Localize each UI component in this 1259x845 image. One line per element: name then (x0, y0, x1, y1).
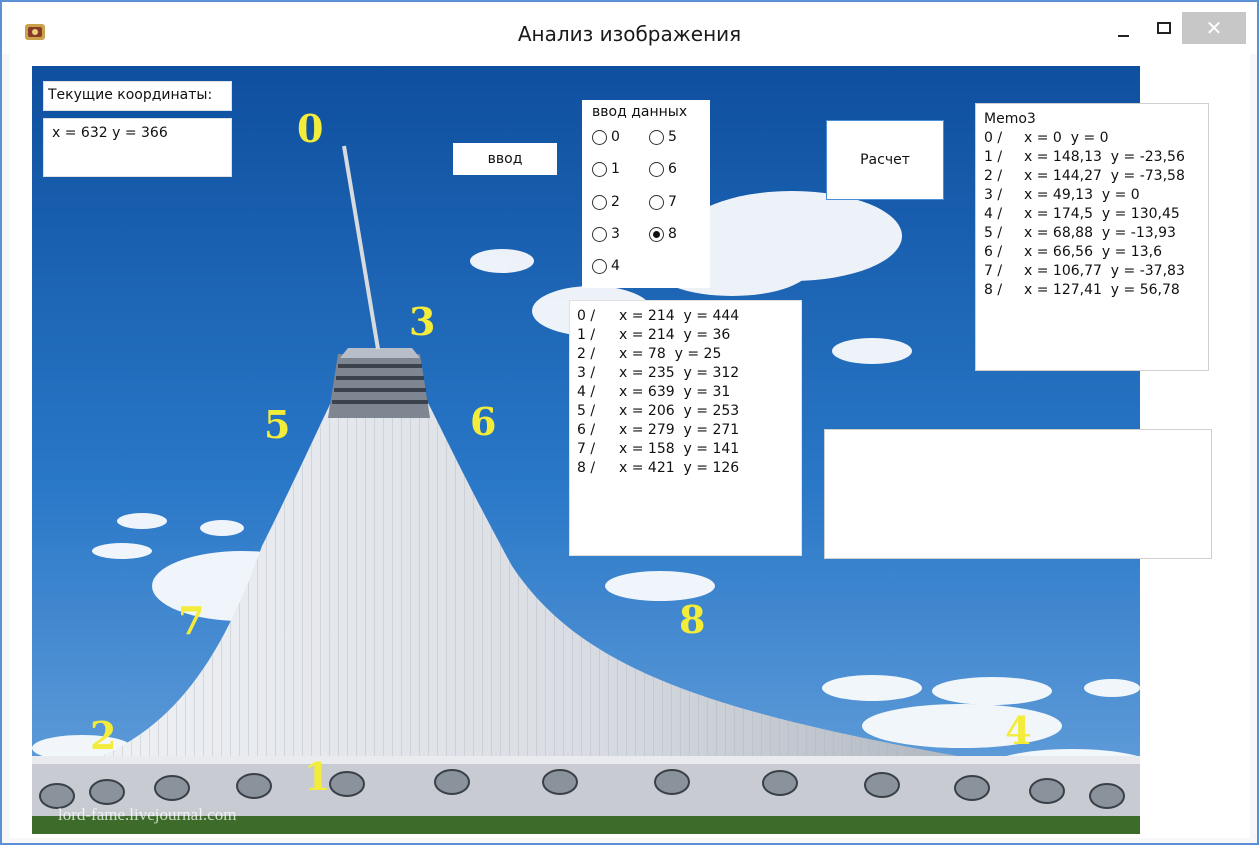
radio-button-icon (649, 161, 664, 177)
current-coords-title: Текущие координаты: (48, 87, 213, 103)
radio-option-8[interactable]: 8 (649, 226, 677, 242)
radio-option-1[interactable]: 1 (592, 161, 620, 177)
calculate-button[interactable]: Расчет (826, 120, 944, 200)
memo-row: 2 /x = 144,27 y = -73,58 (984, 168, 1185, 184)
radio-option-6[interactable]: 6 (649, 161, 677, 177)
radio-button-icon (649, 194, 664, 210)
radio-button-icon (592, 258, 607, 274)
results-memo[interactable]: Memo3 0 /x = 0 y = 0 1 /x = 148,13 y = -… (975, 103, 1209, 371)
image-watermark: lord-fame.livejournal.com (58, 805, 237, 824)
radio-group-title: ввод данных (592, 104, 688, 120)
point-label-6: 6 (470, 399, 497, 444)
point-label-5: 5 (264, 402, 291, 447)
radio-button-icon (649, 226, 664, 242)
point-label-4: 4 (1005, 708, 1032, 753)
memo-row: 6 /x = 279 y = 271 (577, 422, 740, 438)
memo-row: 2 /x = 78 y = 25 (577, 346, 722, 362)
radio-option-5[interactable]: 5 (649, 129, 677, 145)
point-label-8: 8 (679, 597, 706, 642)
memo-row: 6 /x = 66,56 y = 13,6 (984, 244, 1162, 260)
memo-row: 1 /x = 214 y = 36 (577, 327, 731, 343)
radio-button-icon (649, 129, 664, 145)
memo3-title: Memo3 (984, 111, 1036, 127)
point-label-3: 3 (409, 299, 436, 344)
radio-button-icon (592, 161, 607, 177)
maximize-button[interactable] (1150, 12, 1178, 44)
radio-option-0[interactable]: 0 (592, 129, 620, 145)
point-label-2: 2 (90, 713, 117, 758)
memo-row: 1 /x = 148,13 y = -23,56 (984, 149, 1185, 165)
memo-row: 7 /x = 106,77 y = -37,83 (984, 263, 1185, 279)
memo-row: 3 /x = 235 y = 312 (577, 365, 740, 381)
close-icon: ✕ (1205, 16, 1223, 40)
input-button[interactable]: ввод (453, 143, 557, 175)
radio-button-icon (592, 226, 607, 242)
input-points-memo[interactable]: 0 /x = 214 y = 444 1 /x = 214 y = 36 2 /… (569, 300, 802, 556)
memo-row: 0 /x = 0 y = 0 (984, 130, 1109, 146)
current-coords-display: x = 632 y = 366 (43, 118, 232, 177)
memo-row: 5 /x = 206 y = 253 (577, 403, 740, 419)
memo-row: 4 /x = 639 y = 31 (577, 384, 731, 400)
radio-option-4[interactable]: 4 (592, 258, 620, 274)
radio-button-icon (592, 129, 607, 145)
point-label-0: 0 (297, 106, 324, 151)
memo-row: 4 /x = 174,5 y = 130,45 (984, 206, 1180, 222)
title-bar: Анализ изображения ✕ (2, 2, 1257, 54)
empty-output-panel[interactable] (824, 429, 1212, 559)
memo-row: 5 /x = 68,88 y = -13,93 (984, 225, 1176, 241)
memo-row: 7 /x = 158 y = 141 (577, 441, 740, 457)
current-coords-label: Текущие координаты: (43, 81, 232, 111)
window-title: Анализ изображения (517, 22, 742, 46)
radio-option-2[interactable]: 2 (592, 194, 620, 210)
radio-option-3[interactable]: 3 (592, 226, 620, 242)
memo-row: 0 /x = 214 y = 444 (577, 308, 740, 324)
current-coords-value: x = 632 y = 366 (52, 125, 168, 141)
point-label-7: 7 (178, 598, 205, 643)
data-input-radio-group: ввод данных 0 1 2 3 4 5 6 7 8 (582, 100, 710, 288)
memo-row: 3 /x = 49,13 y = 0 (984, 187, 1140, 203)
memo-row: 8 /x = 127,41 y = 56,78 (984, 282, 1180, 298)
radio-button-icon (592, 194, 607, 210)
memo-row: 8 /x = 421 y = 126 (577, 460, 740, 476)
radio-option-7[interactable]: 7 (649, 194, 677, 210)
minimize-button[interactable] (1110, 12, 1138, 44)
point-label-1: 1 (304, 754, 331, 799)
close-button[interactable]: ✕ (1182, 12, 1246, 44)
